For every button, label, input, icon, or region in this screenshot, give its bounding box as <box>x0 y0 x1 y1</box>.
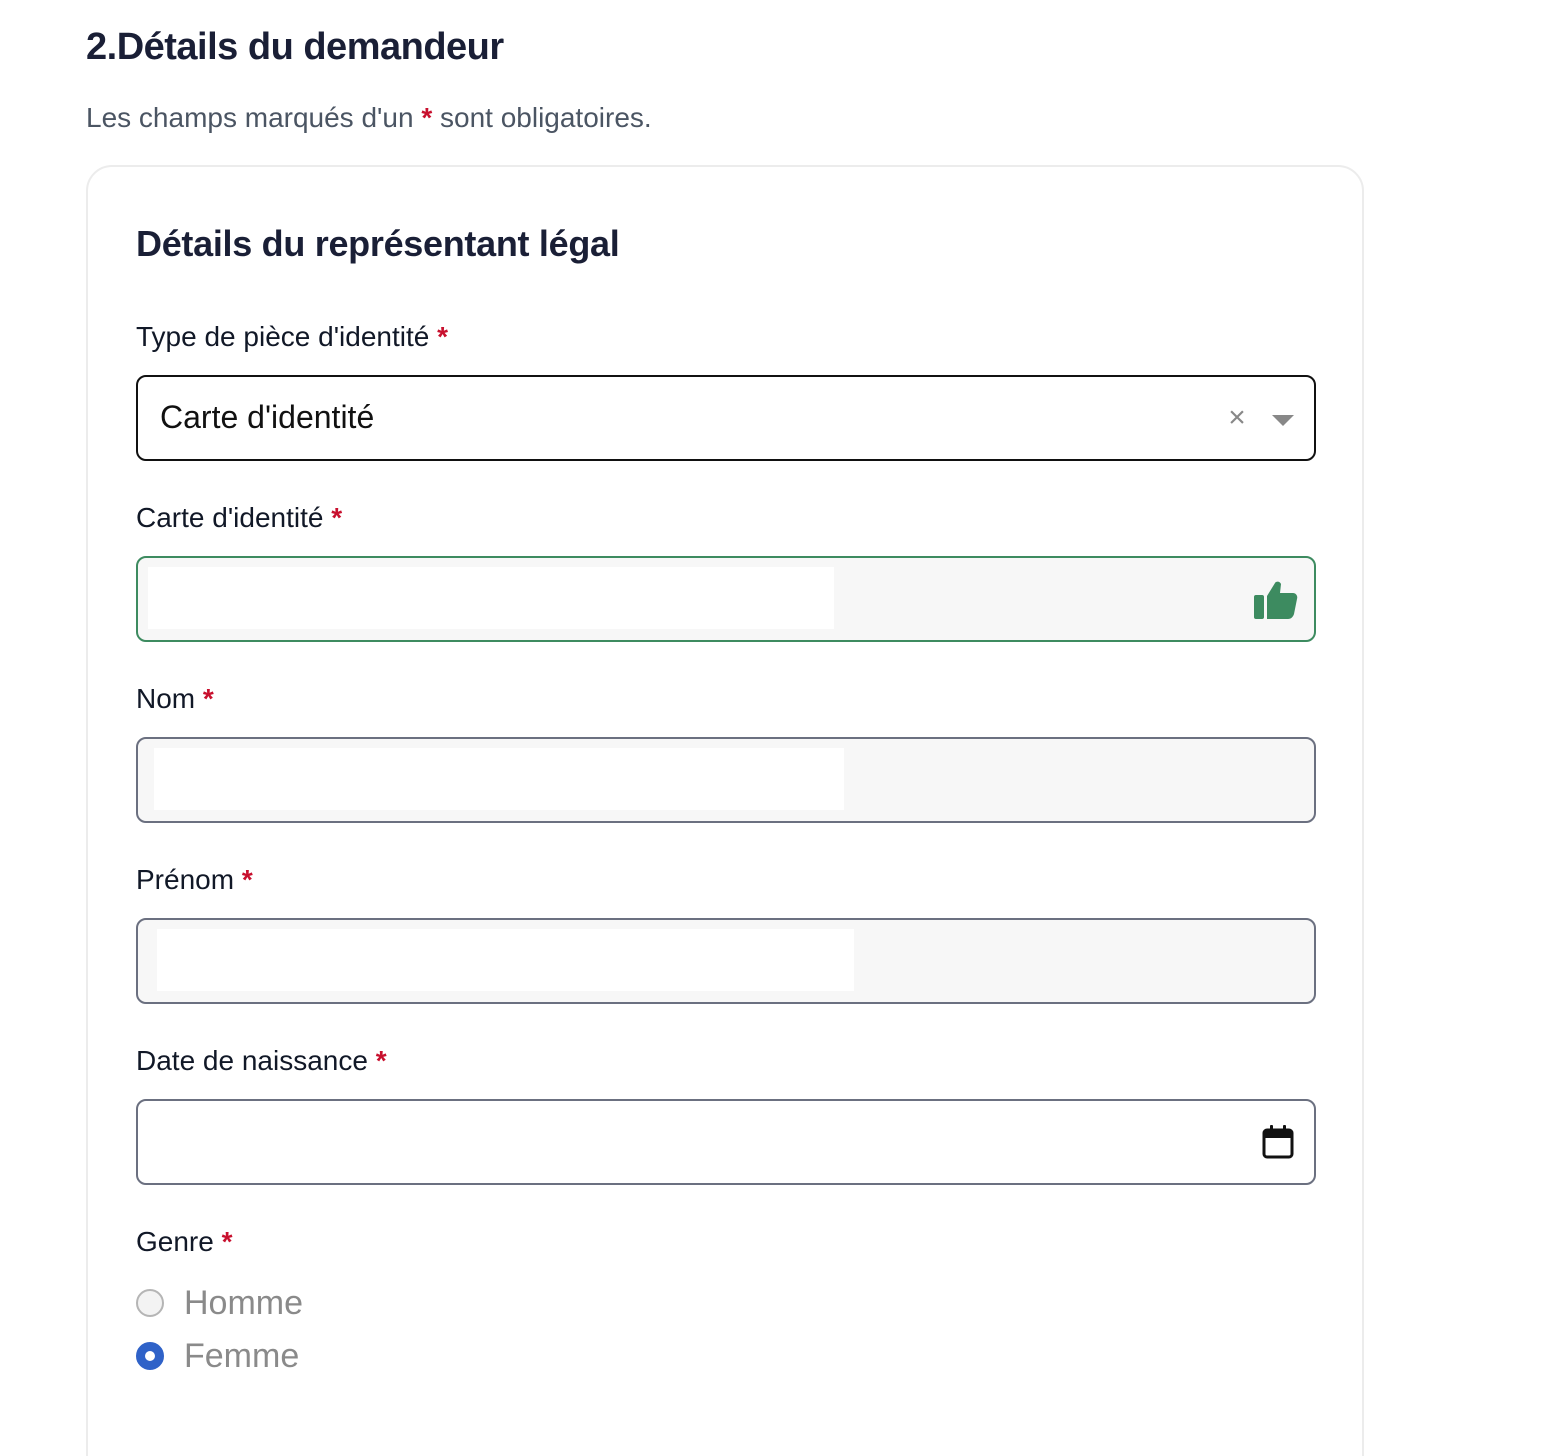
gender-label-text: Genre <box>136 1226 214 1257</box>
id-type-select[interactable]: Carte d'identité × <box>136 375 1316 461</box>
birth-date-label-text: Date de naissance <box>136 1045 368 1076</box>
required-star: * <box>241 864 253 895</box>
first-name-label-text: Prénom <box>136 864 235 895</box>
chevron-down-icon[interactable] <box>1272 415 1294 426</box>
first-name-value <box>157 929 854 991</box>
required-star: * <box>375 1045 387 1076</box>
required-hint: Les champs marqués d'un * sont obligatoi… <box>86 102 652 134</box>
hint-text-after: sont obligatoires. <box>440 102 652 133</box>
calendar-icon[interactable] <box>1262 1125 1294 1159</box>
birth-date-input[interactable] <box>136 1099 1316 1185</box>
card-title: Détails du représentant légal <box>136 223 620 264</box>
first-name-label: Prénom * <box>136 864 253 896</box>
id-card-field[interactable] <box>136 556 1316 642</box>
last-name-input[interactable] <box>136 737 1316 823</box>
hint-text-before: Les champs marqués d'un <box>86 102 414 133</box>
required-star: * <box>202 683 214 714</box>
radio-homme[interactable] <box>136 1289 164 1317</box>
id-card-label: Carte d'identité * <box>136 502 342 534</box>
required-star: * <box>331 502 343 533</box>
id-type-selected-value: Carte d'identité <box>160 399 375 435</box>
id-card-label-text: Carte d'identité <box>136 502 324 533</box>
thumbs-up-icon <box>1254 581 1298 619</box>
id-type-label-text: Type de pièce d'identité <box>136 321 430 352</box>
first-name-input[interactable] <box>136 918 1316 1004</box>
radio-femme[interactable] <box>136 1342 164 1370</box>
required-star: * <box>437 321 449 352</box>
last-name-label: Nom * <box>136 683 214 715</box>
last-name-value <box>154 748 844 810</box>
last-name-label-text: Nom <box>136 683 196 714</box>
legal-representative-card: Détails du représentant légal Type de pi… <box>86 165 1364 1456</box>
section-title: 2.Détails du demandeur <box>86 26 504 68</box>
page: 2.Détails du demandeur Les champs marqué… <box>0 0 1557 1456</box>
gender-option-femme[interactable]: Femme <box>136 1336 299 1376</box>
radio-label-homme: Homme <box>184 1283 304 1322</box>
required-star: * <box>421 102 433 133</box>
birth-date-label: Date de naissance * <box>136 1045 387 1077</box>
gender-option-homme[interactable]: Homme <box>136 1283 303 1323</box>
id-type-label: Type de pièce d'identité * <box>136 321 448 353</box>
radio-label-femme: Femme <box>184 1336 300 1375</box>
id-card-value <box>148 567 834 629</box>
required-star: * <box>221 1226 233 1257</box>
gender-label: Genre * <box>136 1226 233 1258</box>
close-icon[interactable]: × <box>1222 403 1252 433</box>
